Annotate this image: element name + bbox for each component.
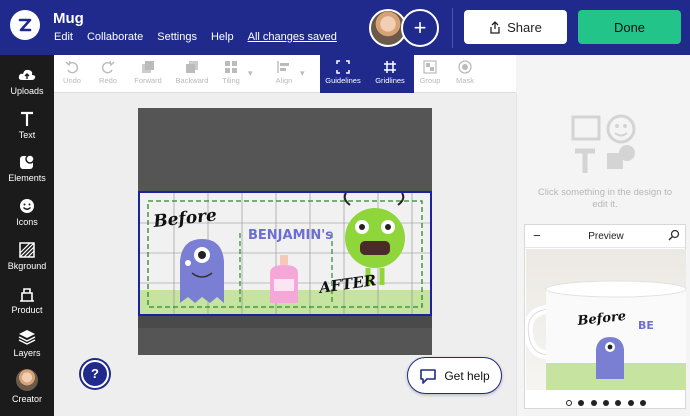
align-chevron-down-icon[interactable]: ▾	[300, 68, 305, 79]
left-sidebar: Uploads Text Elements Icons Bkground Pro…	[0, 55, 54, 416]
placeholder-illustration-icon	[571, 114, 636, 173]
header-divider	[452, 8, 453, 48]
design-artwork[interactable]: Before BENJAMIN's AFTER	[140, 193, 430, 314]
done-button[interactable]: Done	[578, 10, 681, 44]
add-collaborator-button[interactable]: +	[401, 9, 439, 47]
align-icon	[277, 61, 289, 73]
sidebar-label-background: Bkground	[7, 261, 47, 271]
preview-dot-2[interactable]	[578, 400, 585, 406]
text-icon	[21, 111, 33, 126]
bring-forward-button[interactable]: Forward	[131, 60, 165, 85]
sidebar-item-layers[interactable]: Layers	[0, 329, 54, 358]
sidebar-item-uploads[interactable]: Uploads	[0, 67, 54, 96]
menu-collaborate[interactable]: Collaborate	[87, 31, 143, 43]
redo-label: Redo	[99, 76, 117, 85]
sidebar-item-icons[interactable]: Icons	[0, 198, 54, 227]
mask-button[interactable]: Mask	[454, 60, 476, 85]
preview-dot-5[interactable]	[615, 400, 622, 406]
sidebar-label-layers: Layers	[13, 348, 41, 358]
product-icon	[20, 288, 34, 302]
potion-bottle-illustration[interactable]	[270, 255, 298, 303]
share-icon	[490, 20, 500, 34]
share-button[interactable]: Share	[464, 10, 567, 44]
guidelines-button[interactable]: Guidelines	[322, 60, 364, 85]
tiling-icon	[225, 61, 237, 73]
backward-label: Backward	[175, 76, 209, 85]
empty-selection-message: Click something in the design to edit it…	[537, 187, 673, 210]
background-icon	[19, 242, 35, 258]
chat-bubble-icon	[420, 368, 437, 384]
send-backward-icon	[186, 61, 198, 73]
sidebar-item-text[interactable]: Text	[0, 111, 54, 140]
undo-icon	[65, 60, 79, 74]
layers-icon	[18, 330, 36, 345]
sidebar-item-product[interactable]: Product	[0, 286, 54, 315]
group-label: Group	[419, 76, 441, 85]
send-backward-button[interactable]: Backward	[172, 60, 212, 85]
preview-header: − Preview	[525, 225, 687, 248]
sidebar-label-text: Text	[18, 130, 36, 140]
menu-settings[interactable]: Settings	[157, 31, 197, 43]
align-button[interactable]: Align	[273, 60, 295, 85]
preview-dot-4[interactable]	[603, 400, 609, 406]
product-title: Mug	[53, 10, 84, 27]
align-label: Align	[275, 76, 293, 85]
gridlines-button[interactable]: Gridlines	[370, 60, 410, 85]
gridlines-icon	[384, 61, 396, 73]
group-button[interactable]: Group	[418, 60, 442, 85]
design-canvas[interactable]: Before BENJAMIN's AFTER	[138, 191, 432, 316]
preview-title: Preview	[588, 231, 624, 242]
bring-forward-icon	[142, 61, 154, 73]
main-menu: Edit Collaborate Settings Help All chang…	[54, 31, 351, 43]
get-help-button[interactable]: Get help	[407, 357, 502, 394]
preview-dot-7[interactable]	[640, 400, 647, 406]
undo-button[interactable]: Undo	[61, 60, 83, 85]
elements-icon	[20, 154, 35, 169]
preview-pagination	[525, 393, 687, 411]
redo-button[interactable]: Redo	[96, 60, 120, 85]
zoom-search-icon[interactable]	[668, 229, 680, 241]
name-text[interactable]: BENJAMIN's	[248, 228, 333, 243]
sidebar-label-uploads: Uploads	[10, 86, 44, 96]
sidebar-label-creator: Creator	[11, 394, 42, 404]
forward-label: Forward	[134, 76, 162, 85]
blue-monster-illustration[interactable]	[180, 239, 224, 303]
tiling-chevron-down-icon[interactable]: ▾	[248, 68, 253, 79]
sidebar-label-elements: Elements	[8, 173, 46, 183]
mask-icon	[458, 60, 472, 74]
guidelines-icon	[336, 60, 350, 74]
redo-icon	[101, 60, 115, 74]
preview-dot-3[interactable]	[590, 400, 597, 406]
design-toolbar: Undo Redo Forward Backward Tiling ▾ Alig…	[54, 55, 516, 93]
sidebar-label-product: Product	[11, 305, 43, 315]
save-status-link[interactable]: All changes saved	[248, 31, 337, 43]
sidebar-item-background[interactable]: Bkground	[0, 242, 54, 271]
menu-help[interactable]: Help	[211, 31, 234, 43]
guidelines-label: Guidelines	[325, 76, 361, 85]
menu-edit[interactable]: Edit	[54, 31, 73, 43]
zazzle-logo-icon[interactable]	[10, 10, 40, 40]
mug-bottom-edge	[138, 316, 432, 328]
sidebar-item-creator[interactable]: Creator	[0, 369, 54, 404]
tiling-label: Tiling	[222, 76, 240, 85]
mask-label: Mask	[456, 76, 474, 85]
group-icon	[423, 60, 437, 74]
preview-dot-6[interactable]	[627, 400, 634, 406]
get-help-label: Get help	[444, 368, 490, 383]
preview-panel: − Preview Before BE	[524, 224, 687, 411]
undo-label: Undo	[63, 76, 81, 85]
smiley-icon	[20, 199, 34, 213]
cloud-upload-icon	[18, 69, 36, 80]
top-bar: Mug Edit Collaborate Settings Help All c…	[0, 0, 690, 55]
gridlines-label: Gridlines	[375, 76, 405, 85]
sidebar-item-elements[interactable]: Elements	[0, 154, 54, 183]
creator-avatar	[16, 369, 38, 391]
tiling-button[interactable]: Tiling	[220, 60, 242, 85]
share-label: Share	[507, 19, 542, 35]
sidebar-label-icons: Icons	[16, 217, 38, 227]
preview-dot-1[interactable]	[565, 400, 572, 406]
preview-name-text: BE	[638, 319, 654, 332]
mug-preview-image[interactable]: Before BE	[526, 249, 686, 390]
help-question-icon[interactable]: ?	[81, 360, 109, 388]
